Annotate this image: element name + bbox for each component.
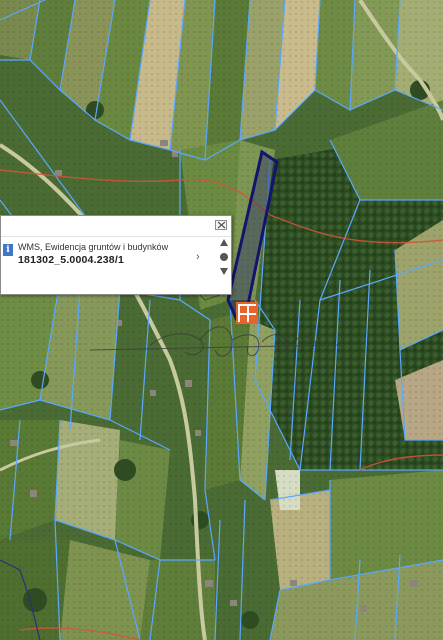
info-icon: i xyxy=(3,244,13,256)
scroll-down-icon[interactable] xyxy=(220,268,228,275)
close-icon[interactable] xyxy=(215,220,227,230)
popup-body: i WMS, Ewidencja gruntów i budynków 1813… xyxy=(1,238,217,294)
feature-marker-icon[interactable] xyxy=(236,302,258,324)
scroll-up-icon[interactable] xyxy=(220,239,228,246)
popup-header xyxy=(1,216,231,237)
chevron-right-icon[interactable]: › xyxy=(196,251,200,263)
parcel-id[interactable]: 181302_5.0004.238/1 xyxy=(18,254,124,266)
popup-scroll-control[interactable] xyxy=(219,238,229,293)
scroll-position-icon[interactable] xyxy=(220,253,228,261)
map-canvas[interactable] xyxy=(0,0,443,640)
layer-name: WMS, Ewidencja gruntów i budynków xyxy=(18,242,169,252)
feature-info-popup: i WMS, Ewidencja gruntów i budynków 1813… xyxy=(0,215,232,295)
